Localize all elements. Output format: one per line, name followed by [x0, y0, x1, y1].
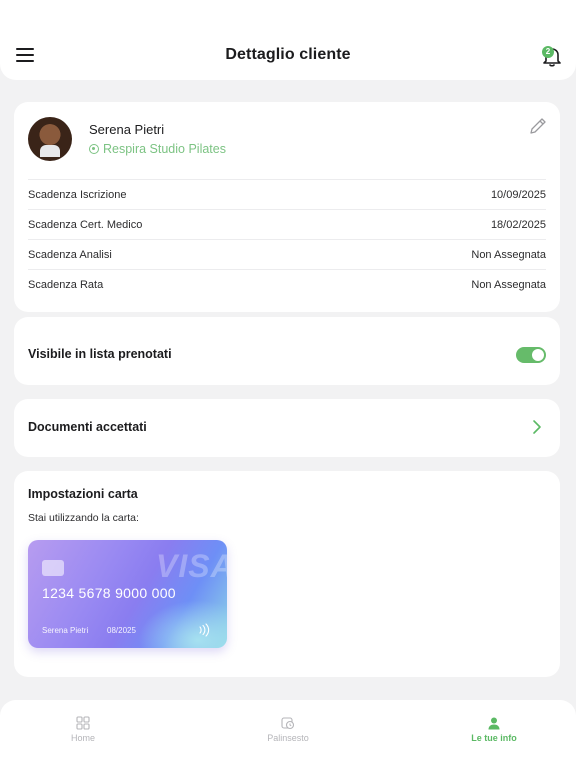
- card-settings: Impostazioni carta Stai utilizzando la c…: [14, 471, 560, 677]
- tab-le-tue-info[interactable]: Le tue info: [434, 716, 554, 756]
- detail-label: Scadenza Iscrizione: [28, 188, 127, 201]
- documents-card[interactable]: Documenti accettati: [14, 399, 560, 457]
- detail-value: 10/09/2025: [490, 188, 546, 201]
- detail-row-rata: Scadenza Rata Non Assegnata: [28, 269, 546, 299]
- avatar: [28, 117, 72, 161]
- studio-name: Respira Studio Pilates: [103, 142, 226, 156]
- card-number: 1234 5678 9000 000: [42, 585, 176, 601]
- detail-value: 18/02/2025: [490, 218, 546, 231]
- visibility-label: Visibile in lista prenotati: [28, 347, 172, 361]
- tab-palinsesto[interactable]: Palinsesto: [228, 716, 348, 756]
- detail-value: Non Assegnata: [471, 248, 546, 261]
- documents-label: Documenti accettati: [28, 420, 147, 434]
- detail-row-iscrizione: Scadenza Iscrizione 10/09/2025: [28, 179, 546, 209]
- calendar-clock-icon: [281, 717, 295, 730]
- tab-label: Le tue info: [471, 733, 517, 743]
- visa-logo: VISA: [156, 548, 227, 584]
- detail-label: Scadenza Cert. Medico: [28, 218, 143, 231]
- card-settings-subtitle: Stai utilizzando la carta:: [28, 512, 139, 524]
- tab-home[interactable]: Home: [23, 716, 143, 756]
- grid-icon: [76, 716, 90, 730]
- credit-card[interactable]: VISA 1234 5678 9000 000 Serena Pietri 08…: [28, 540, 227, 648]
- tab-label: Home: [70, 733, 95, 743]
- visibility-toggle[interactable]: [516, 347, 546, 363]
- contactless-icon: [199, 623, 210, 637]
- visibility-card: Visibile in lista prenotati: [14, 317, 560, 385]
- client-card: Serena Pietri Respira Studio Pilates Sca…: [14, 102, 560, 312]
- page-title: Dettaglio cliente: [225, 46, 351, 63]
- detail-label: Scadenza Rata: [28, 278, 104, 291]
- user-icon: [488, 717, 500, 730]
- card-expiry: 08/2025: [107, 626, 136, 635]
- detail-value: Non Assegnata: [471, 278, 546, 291]
- card-holder: Serena Pietri: [42, 626, 89, 635]
- card-settings-title: Impostazioni carta: [28, 487, 138, 501]
- pencil-icon[interactable]: [528, 116, 548, 136]
- chip-icon: [42, 560, 64, 576]
- notification-badge: 2: [542, 46, 554, 58]
- detail-row-cert-medico: Scadenza Cert. Medico 18/02/2025: [28, 209, 546, 239]
- location-icon: [89, 144, 99, 154]
- detail-label: Scadenza Analisi: [28, 248, 112, 261]
- bottom-tab-bar: Home Palinsesto Le tue info: [0, 700, 576, 768]
- detail-row-analisi: Scadenza Analisi Non Assegnata: [28, 239, 546, 269]
- client-name: Serena Pietri: [89, 122, 165, 137]
- studio-row: Respira Studio Pilates: [89, 142, 226, 156]
- chevron-right-icon: [533, 420, 541, 434]
- tab-label: Palinsesto: [267, 733, 309, 743]
- top-bar: Dettaglio cliente 2: [0, 0, 576, 80]
